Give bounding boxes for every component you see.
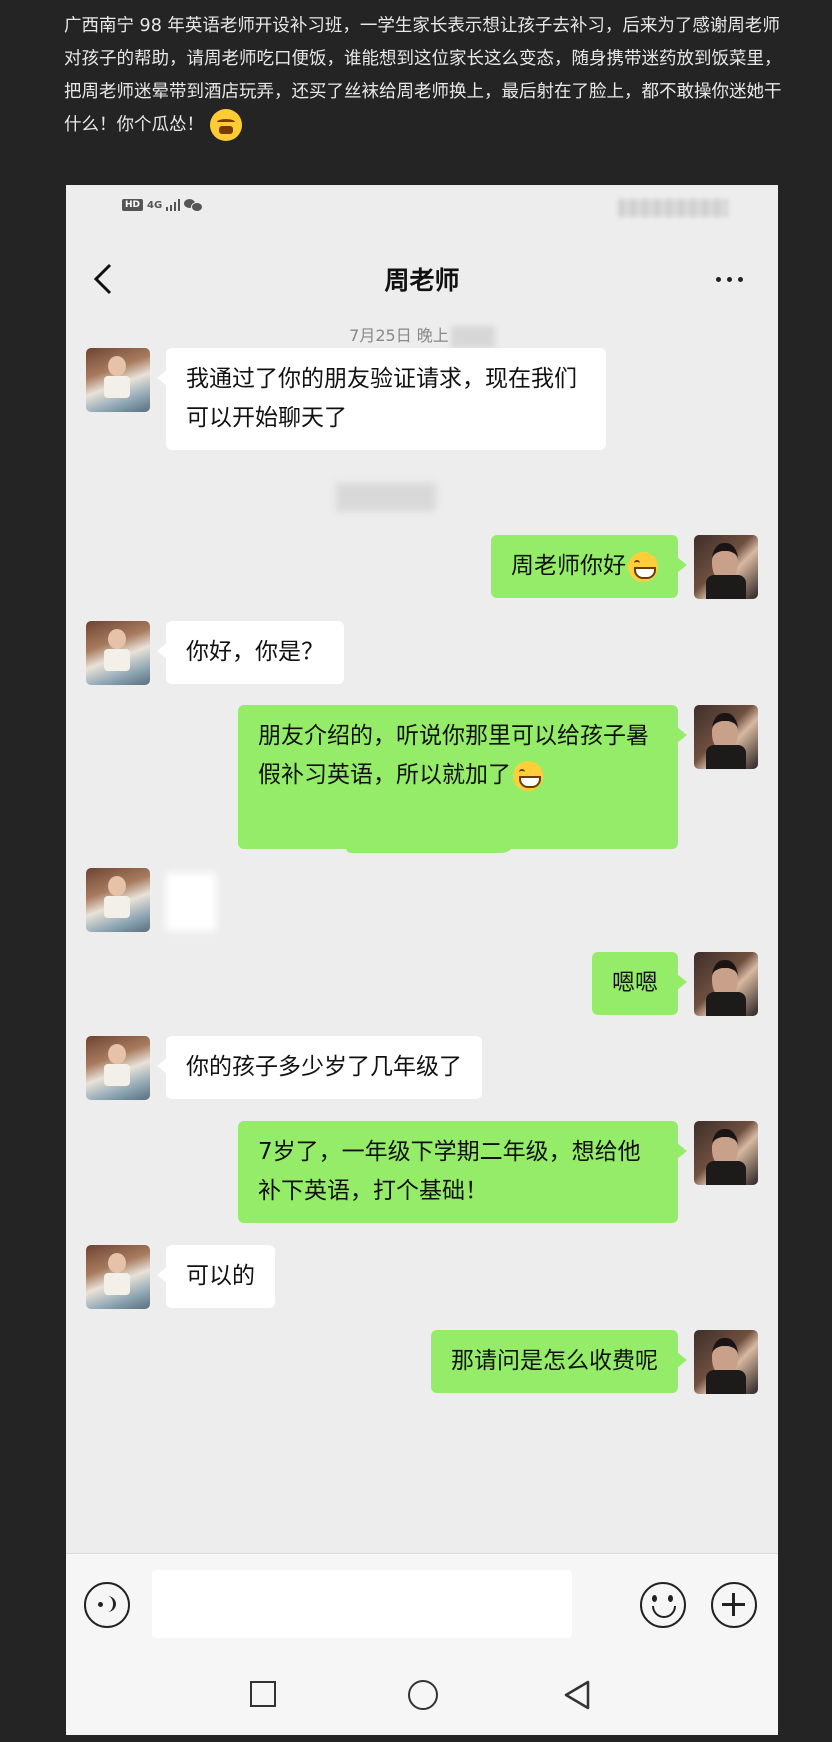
- contact-avatar[interactable]: [86, 1245, 150, 1309]
- message-text: 朋友介绍的，听说你那里可以给孩子暑假补习英语，所以就加了: [258, 723, 649, 788]
- plus-icon[interactable]: [711, 1582, 757, 1628]
- chat-title: 周老师: [384, 266, 460, 295]
- hd-badge: HD: [122, 199, 144, 211]
- system-nav-bar: [66, 1653, 778, 1735]
- blurred-time: [450, 325, 495, 348]
- status-bar: HD 4G: [66, 185, 778, 235]
- back-triangle-icon[interactable]: [562, 1679, 592, 1711]
- grin-emoji-icon: [513, 760, 543, 791]
- timestamp-text: 7月25日 晚上: [349, 326, 449, 345]
- message-text: 嗯嗯: [612, 970, 658, 996]
- contact-avatar[interactable]: [86, 1036, 150, 1100]
- message-bubble-received: 可以的: [157, 1245, 275, 1308]
- voice-input-icon[interactable]: [84, 1582, 130, 1628]
- phone-screen: HD 4G 周老师 7月25日 晚上 我通过了你的朋友验证请求，现在我们可以开始…: [66, 185, 778, 1735]
- network-label: 4G: [147, 199, 163, 211]
- message-bubble-sent: 那请问是怎么收费呢: [431, 1330, 687, 1393]
- scribble-redaction: [346, 813, 516, 853]
- wechat-icon: [184, 199, 204, 212]
- own-avatar[interactable]: [694, 1121, 758, 1185]
- signal-icon: [166, 199, 181, 211]
- caption-text: 广西南宁 98 年英语老师开设补习班，一学生家长表示想让孩子去补习，后来为了感谢…: [64, 16, 782, 135]
- chat-header: 周老师: [66, 235, 778, 325]
- blurred-status-area: [618, 199, 728, 217]
- input-bar: [66, 1553, 778, 1653]
- message-text: 你的孩子多少岁了几年级了: [186, 1054, 462, 1080]
- emoji-icon[interactable]: [640, 1582, 686, 1628]
- own-avatar[interactable]: [694, 1330, 758, 1394]
- message-bubble-sent: 嗯嗯: [592, 952, 687, 1015]
- recent-apps-icon[interactable]: [250, 1681, 276, 1707]
- message-text: 我通过了你的朋友验证请求，现在我们可以开始聊天了: [186, 366, 577, 431]
- message-bubble-received: 你的孩子多少岁了几年级了: [157, 1036, 482, 1099]
- own-avatar[interactable]: [694, 952, 758, 1016]
- status-icons: HD 4G: [122, 199, 204, 212]
- contact-avatar[interactable]: [86, 868, 150, 932]
- contact-avatar[interactable]: [86, 348, 150, 412]
- redacted-message: [166, 873, 216, 931]
- message-input[interactable]: [152, 1570, 572, 1638]
- grin-emoji-icon: [628, 551, 658, 582]
- message-text: 7岁了，一年级下学期二年级，想给他补下英语，打个基础！: [258, 1139, 641, 1204]
- own-avatar[interactable]: [694, 535, 758, 599]
- blurred-system-notice: [336, 483, 436, 511]
- message-text: 可以的: [186, 1263, 255, 1289]
- message-bubble-sent: 周老师你好: [491, 535, 687, 598]
- message-text: 你好，你是？: [186, 639, 324, 665]
- message-bubble-received: 我通过了你的朋友验证请求，现在我们可以开始聊天了: [157, 348, 606, 450]
- message-text: 那请问是怎么收费呢: [451, 1348, 658, 1374]
- message-bubble-sent: 7岁了，一年级下学期二年级，想给他补下英语，打个基础！: [238, 1121, 687, 1223]
- message-text: 周老师你好: [511, 553, 626, 579]
- home-icon[interactable]: [408, 1680, 438, 1710]
- own-avatar[interactable]: [694, 705, 758, 769]
- contact-avatar[interactable]: [86, 621, 150, 685]
- more-options-icon[interactable]: [704, 261, 754, 297]
- message-bubble-received: 你好，你是？: [157, 621, 344, 684]
- angry-face-icon: [210, 109, 242, 141]
- post-caption: 广西南宁 98 年英语老师开设补习班，一学生家长表示想让孩子去补习，后来为了感谢…: [64, 0, 784, 180]
- chat-timestamp: 7月25日 晚上: [66, 322, 778, 348]
